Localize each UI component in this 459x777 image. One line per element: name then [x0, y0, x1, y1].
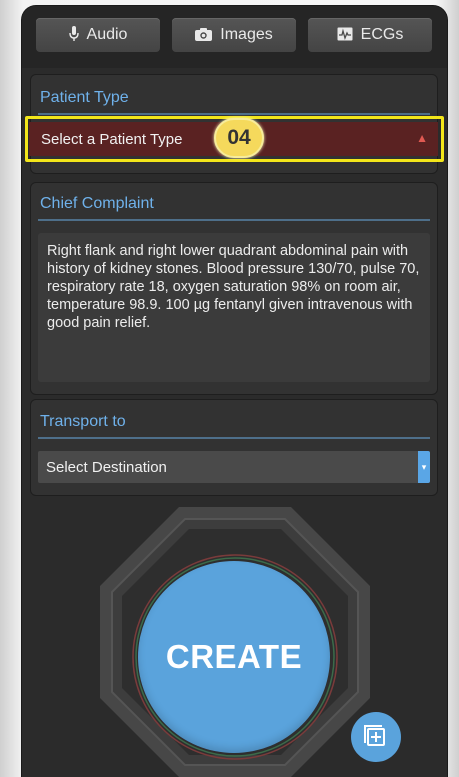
- transport-title: Transport to: [40, 413, 126, 430]
- patient-type-title: Patient Type: [40, 89, 129, 106]
- images-button[interactable]: Images: [172, 18, 296, 52]
- app-screen: Audio Images ECGs Patient Type Select a …: [22, 6, 447, 777]
- chief-complaint-textarea[interactable]: Right flank and right lower quadrant abd…: [38, 233, 430, 382]
- add-copy-icon: [364, 725, 385, 746]
- chief-complaint-title: Chief Complaint: [40, 195, 154, 212]
- divider: [38, 113, 430, 115]
- chief-complaint-panel: Chief Complaint Right flank and right lo…: [30, 182, 438, 395]
- create-button[interactable]: CREATE: [138, 561, 330, 753]
- destination-value: Select Destination: [46, 458, 167, 476]
- destination-select[interactable]: Select Destination ▾: [38, 451, 430, 483]
- dropdown-chevron-icon: ▾: [418, 451, 430, 483]
- media-toolbar: Audio Images ECGs: [22, 6, 447, 68]
- ecg-icon: [337, 27, 353, 43]
- add-copy-button[interactable]: [351, 712, 401, 762]
- camera-icon: [195, 27, 213, 43]
- create-button-housing: CREATE: [100, 507, 370, 777]
- images-label: Images: [220, 26, 273, 43]
- audio-button[interactable]: Audio: [36, 18, 160, 52]
- microphone-icon: [68, 26, 79, 44]
- audio-label: Audio: [86, 26, 128, 43]
- step-badge: 04: [214, 118, 264, 158]
- divider: [38, 219, 430, 221]
- transport-panel: Transport to Select Destination ▾: [30, 399, 438, 496]
- divider: [38, 437, 430, 439]
- ecgs-label: ECGs: [360, 26, 404, 43]
- ecgs-button[interactable]: ECGs: [308, 18, 432, 52]
